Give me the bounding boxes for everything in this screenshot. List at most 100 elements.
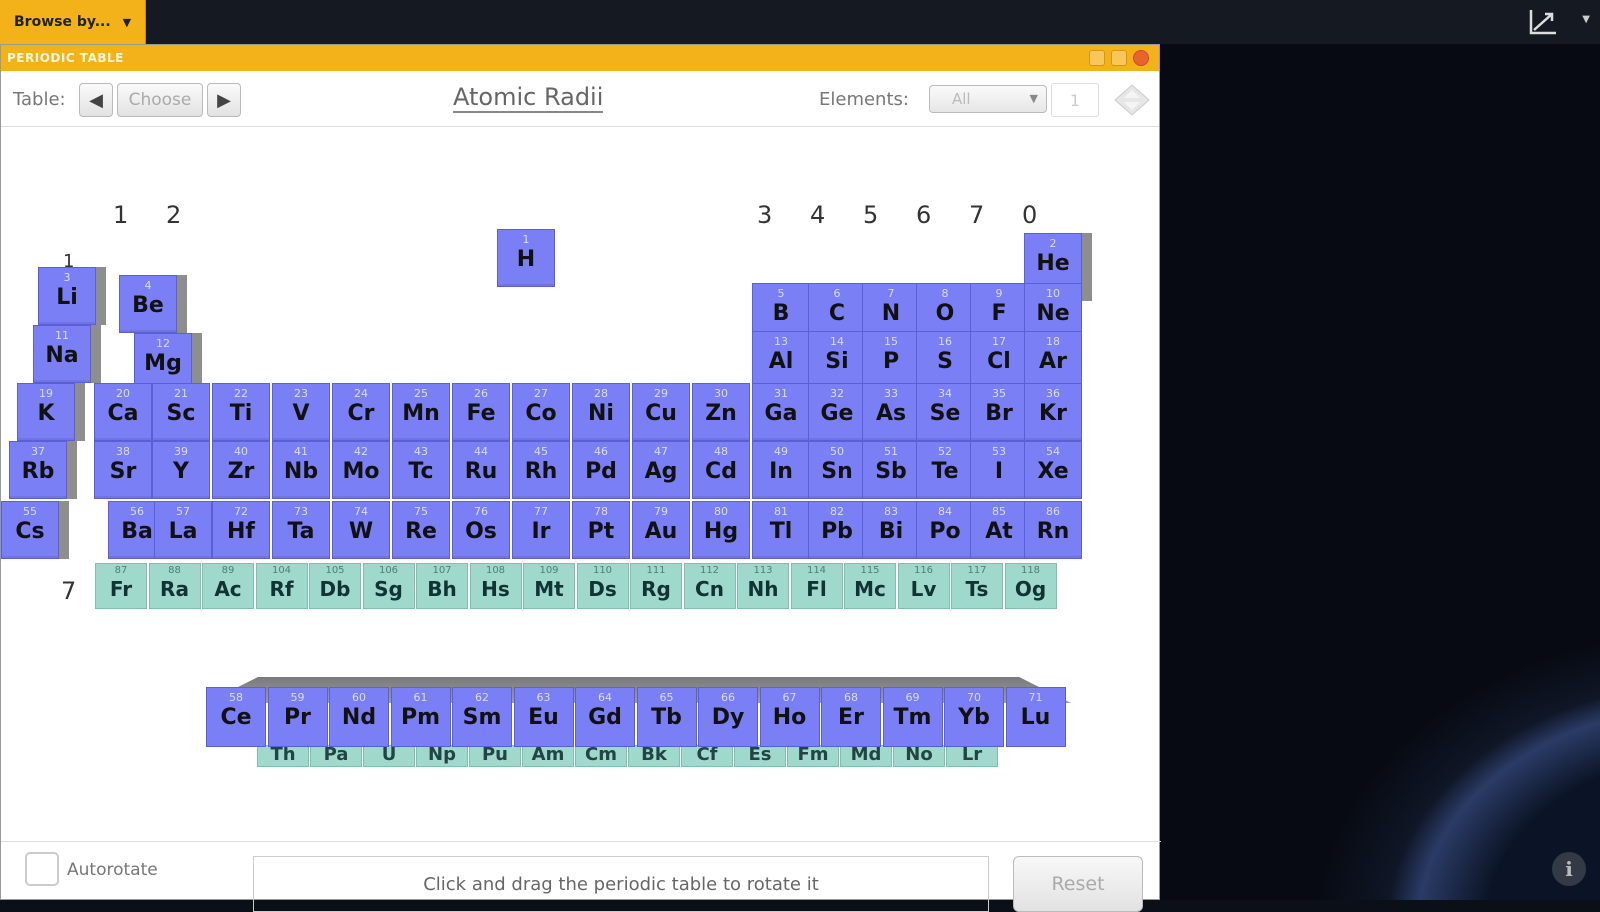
element-cell[interactable]: 58 Ce xyxy=(206,687,266,747)
element-cell[interactable]: 107 Bh xyxy=(416,563,468,609)
graph-icon[interactable] xyxy=(1528,8,1558,36)
element-cell[interactable]: 14 Si xyxy=(808,331,866,389)
element-cell[interactable]: 85 At xyxy=(970,501,1028,559)
element-cell[interactable]: 29 Cu xyxy=(632,383,690,441)
element-cell[interactable]: 82 Pb xyxy=(808,501,866,559)
element-cell[interactable]: 62 Sm xyxy=(452,687,512,747)
element-cell[interactable]: 64 Gd xyxy=(575,687,635,747)
element-cell[interactable]: 11 Na xyxy=(33,325,91,383)
element-cell[interactable]: 4 Be xyxy=(119,275,177,333)
element-cell[interactable]: 3 Li xyxy=(38,267,96,325)
element-cell[interactable]: Lr xyxy=(946,745,998,767)
element-cell[interactable]: Pa xyxy=(310,745,362,767)
element-cell[interactable]: 35 Br xyxy=(970,383,1028,441)
element-cell[interactable]: 25 Mn xyxy=(392,383,450,441)
element-cell[interactable]: 108 Hs xyxy=(469,563,522,609)
element-cell[interactable]: 19 K xyxy=(17,383,75,441)
element-cell[interactable]: Cm xyxy=(575,745,627,767)
element-cell[interactable]: 52 Te xyxy=(916,441,974,499)
element-cell[interactable]: 104 Rf xyxy=(255,563,308,609)
popout-icon[interactable] xyxy=(1111,50,1127,66)
element-cell[interactable]: 54 Xe xyxy=(1024,441,1082,499)
next-table-button[interactable]: ▶ xyxy=(207,83,241,117)
element-cell[interactable]: 66 Dy xyxy=(698,687,758,747)
element-cell[interactable]: 69 Tm xyxy=(882,687,943,747)
element-cell[interactable]: 55 Cs xyxy=(1,501,59,559)
element-cell[interactable]: 113 Nh xyxy=(737,563,789,609)
element-cell[interactable]: 84 Po xyxy=(916,501,974,559)
element-cell[interactable]: 27 Co xyxy=(512,383,570,441)
previous-table-button[interactable]: ◀ xyxy=(79,83,113,117)
autorotate-checkbox[interactable] xyxy=(25,852,59,886)
element-cell[interactable]: 60 Nd xyxy=(329,687,389,747)
element-cell[interactable]: Bk xyxy=(628,745,680,767)
element-cell[interactable]: 116 Lv xyxy=(897,563,950,609)
count-input[interactable]: 1 xyxy=(1051,83,1099,117)
element-cell[interactable]: 63 Eu xyxy=(513,687,574,747)
element-cell[interactable]: 68 Er xyxy=(821,687,881,747)
element-cell[interactable]: 86 Rn xyxy=(1024,501,1082,559)
info-icon[interactable]: i xyxy=(1552,852,1586,886)
element-cell[interactable]: Th xyxy=(257,745,309,767)
element-cell[interactable]: 28 Ni xyxy=(572,383,630,441)
element-cell[interactable]: 43 Tc xyxy=(392,441,450,499)
element-cell[interactable]: Am xyxy=(522,745,574,767)
element-cell[interactable]: 118 Og xyxy=(1004,563,1057,609)
element-cell[interactable]: 81 Tl xyxy=(752,501,810,559)
elements-select[interactable]: All ▼ xyxy=(929,85,1047,113)
element-cell[interactable]: 13 Al xyxy=(752,331,810,389)
element-cell[interactable]: 42 Mo xyxy=(332,441,390,499)
element-cell[interactable]: 59 Pr xyxy=(267,687,328,747)
element-cell[interactable]: Cf xyxy=(681,745,733,767)
element-cell[interactable]: 70 Yb xyxy=(944,687,1004,747)
element-cell[interactable]: 87 Fr xyxy=(95,563,147,609)
element-cell[interactable]: 24 Cr xyxy=(332,383,390,441)
element-cell[interactable]: 15 P xyxy=(862,331,920,389)
element-cell[interactable]: 1H xyxy=(497,229,555,287)
element-cell[interactable]: 73 Ta xyxy=(272,501,330,559)
element-cell[interactable]: 17 Cl xyxy=(970,331,1028,389)
element-cell[interactable]: 112 Cn xyxy=(683,563,736,609)
element-cell[interactable]: U xyxy=(363,745,415,767)
element-cell[interactable]: 110 Ds xyxy=(576,563,629,609)
element-cell[interactable]: 23 V xyxy=(272,383,330,441)
element-cell[interactable]: 75 Re xyxy=(392,501,450,559)
element-cell[interactable]: 34 Se xyxy=(916,383,974,441)
browse-by-button[interactable]: Browse by... ▼ xyxy=(0,0,146,44)
element-cell[interactable]: 111 Rg xyxy=(630,563,682,609)
element-cell[interactable]: 40 Zr xyxy=(212,441,270,499)
element-cell[interactable]: 67 Ho xyxy=(759,687,820,747)
element-cell[interactable]: 72 Hf xyxy=(212,501,270,559)
element-cell[interactable]: 109 Mt xyxy=(523,563,575,609)
element-cell[interactable]: 48 Cd xyxy=(692,441,750,499)
element-cell[interactable]: No xyxy=(893,745,945,767)
reset-button[interactable]: Reset xyxy=(1013,856,1143,912)
element-cell[interactable]: Md xyxy=(840,745,892,767)
element-cell[interactable]: 79 Au xyxy=(632,501,690,559)
element-cell[interactable]: 50 Sn xyxy=(808,441,866,499)
element-cell[interactable]: 49 In xyxy=(752,441,810,499)
element-cell[interactable]: 77 Ir xyxy=(512,501,570,559)
element-cell[interactable]: 78 Pt xyxy=(572,501,630,559)
element-cell[interactable]: 46 Pd xyxy=(572,441,630,499)
element-cell[interactable]: 80 Hg xyxy=(692,501,750,559)
element-cell[interactable]: 114 Fl xyxy=(790,563,843,609)
element-cell[interactable]: 18 Ar xyxy=(1024,331,1082,389)
close-icon[interactable] xyxy=(1133,50,1149,66)
element-cell[interactable]: 47 Ag xyxy=(632,441,690,499)
element-cell[interactable]: 37 Rb xyxy=(9,441,67,499)
element-cell[interactable]: 33 As xyxy=(862,383,920,441)
element-cell[interactable]: 39 Y xyxy=(152,441,210,499)
element-cell[interactable]: 36 Kr xyxy=(1024,383,1082,441)
element-cell[interactable]: 45 Rh xyxy=(512,441,570,499)
element-cell[interactable]: Es xyxy=(734,745,786,767)
graph-menu-caret-icon[interactable]: ▼ xyxy=(1582,14,1590,25)
choose-table-button[interactable]: Choose xyxy=(117,83,203,117)
element-cell[interactable]: 65 Tb xyxy=(636,687,697,747)
element-cell[interactable]: 53 I xyxy=(970,441,1028,499)
element-cell[interactable]: Pu xyxy=(469,745,521,767)
minimize-icon[interactable] xyxy=(1089,50,1105,66)
element-cell[interactable]: 20 Ca xyxy=(94,383,152,441)
element-cell[interactable]: Np xyxy=(416,745,468,767)
element-cell[interactable]: Fm xyxy=(787,745,839,767)
